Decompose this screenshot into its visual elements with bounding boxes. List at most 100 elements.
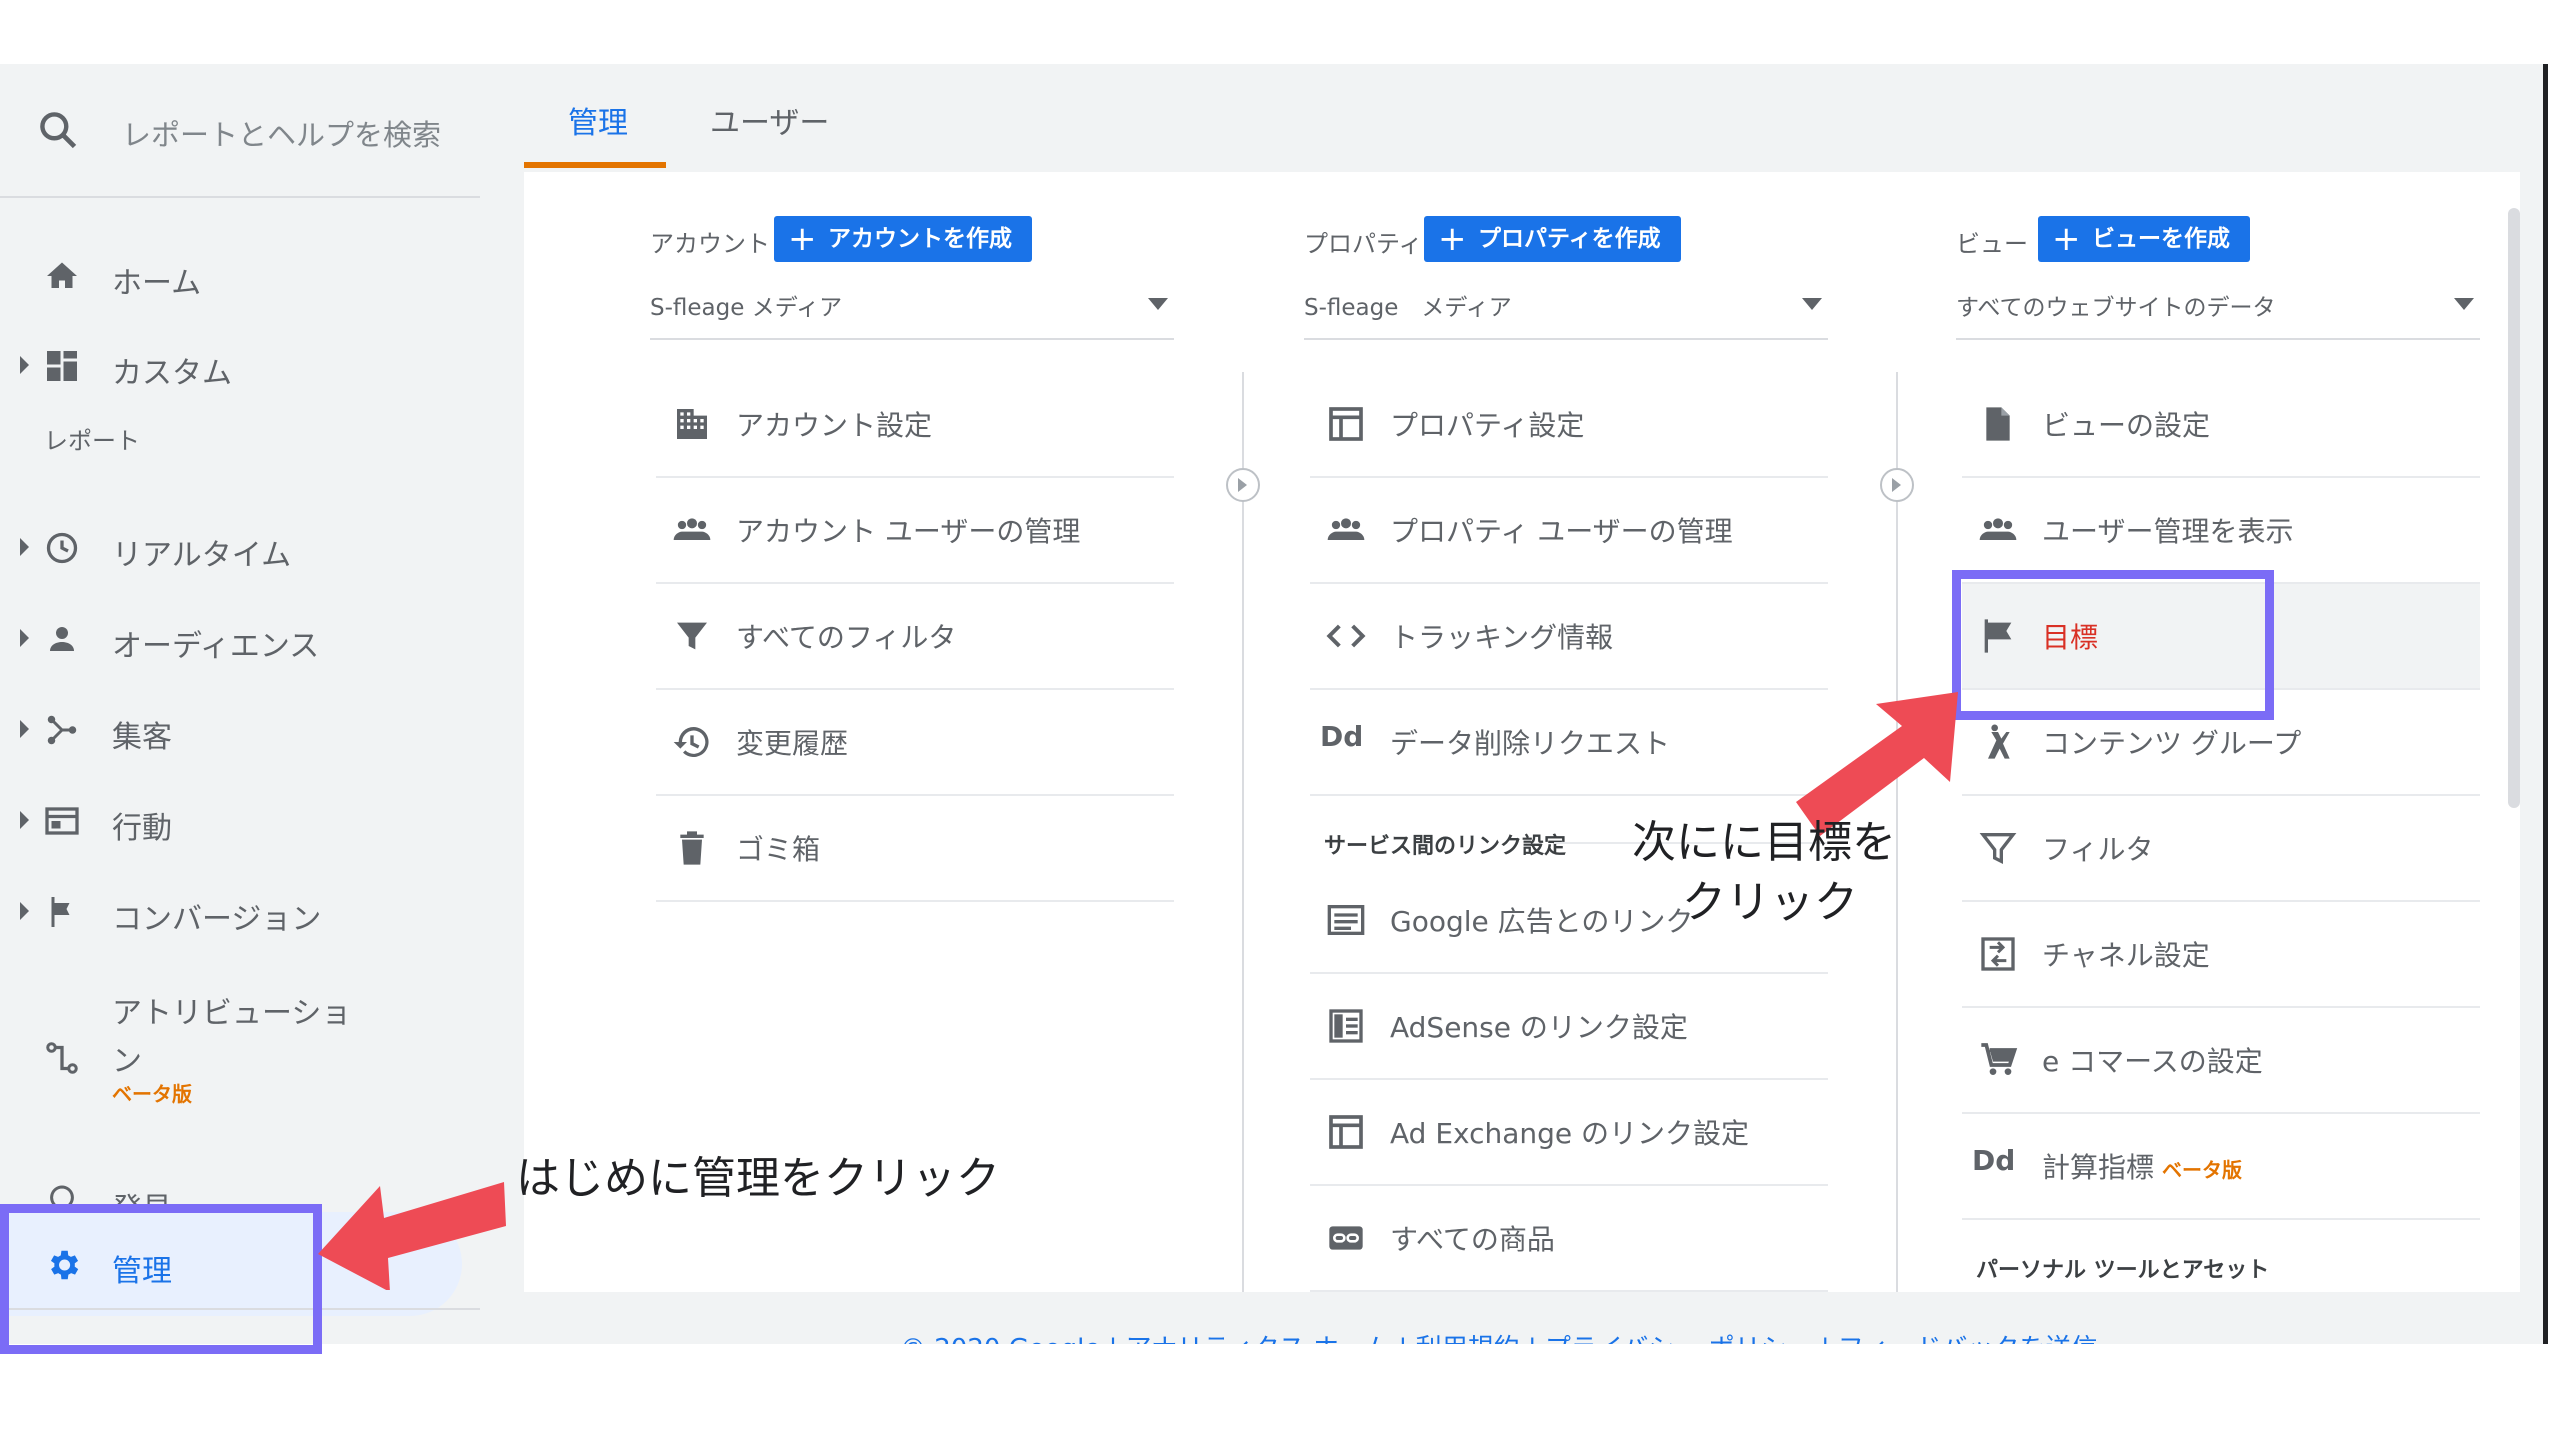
tab-admin[interactable]: 管理 xyxy=(524,64,666,168)
people-icon xyxy=(1327,518,1365,540)
menu-item-label: Google 広告とのリンク xyxy=(1390,905,1694,938)
menu-item-label: コンテンツ グループ xyxy=(2042,727,2302,760)
create-property-button[interactable]: + プロパティを作成 xyxy=(1424,216,1681,262)
account-selector[interactable]: S-fleage メディア xyxy=(650,282,1174,340)
menu-item-label: AdSense のリンク設定 xyxy=(1390,1011,1688,1044)
menu-item-tracking-info[interactable]: トラッキング情報 xyxy=(1310,584,1828,690)
menu-item-channel-settings[interactable]: チャネル設定 xyxy=(1962,902,2480,1008)
menu-item-label: ゴミ箱 xyxy=(736,833,821,866)
column-connector-icon xyxy=(1226,468,1260,502)
tab-label: ユーザー xyxy=(710,106,830,141)
sidebar-item-label: ホーム xyxy=(112,266,202,301)
plus-icon: + xyxy=(788,219,817,259)
sidebar-item-custom[interactable]: カスタム xyxy=(0,334,480,398)
ads-icon xyxy=(1327,905,1365,935)
sidebar-item-label: コンバージョン xyxy=(112,902,322,937)
plus-icon: + xyxy=(1438,219,1467,259)
menu-item-property-settings[interactable]: プロパティ設定 xyxy=(1310,372,1828,478)
menu-item-calculated-metrics[interactable]: Dd 計算指標 ベータ版 xyxy=(1962,1114,2480,1220)
goal-hint-text-line1: 次にに目標を xyxy=(1632,817,1896,868)
menu-item-trash[interactable]: ゴミ箱 xyxy=(656,796,1174,902)
subheading-label: パーソナル ツールとアセット xyxy=(1976,1258,2270,1283)
code-icon xyxy=(1326,624,1366,648)
menu-item-view-users[interactable]: ユーザー管理を表示 xyxy=(1962,478,2480,584)
filter-icon xyxy=(1979,833,2017,865)
calculated-metrics-label: 計算指標 xyxy=(2042,1151,2155,1184)
plus-icon: + xyxy=(2052,219,2081,259)
menu-item-view-settings[interactable]: ビューの設定 xyxy=(1962,372,2480,478)
selected-value: S-fleage メディア xyxy=(650,295,843,321)
people-icon xyxy=(1979,518,2017,540)
column-heading: アカウント xyxy=(650,230,770,258)
tab-user[interactable]: ユーザー xyxy=(710,64,860,168)
attribution-icon xyxy=(46,1042,78,1074)
menu-item-label: Ad Exchange のリンク設定 xyxy=(1390,1117,1750,1150)
view-selector[interactable]: すべてのウェブサイトのデータ xyxy=(1956,282,2480,340)
admin-highlight-box xyxy=(0,1204,322,1354)
admin-panel: アカウント + アカウントを作成 S-fleage メディア アカウント設定 ア… xyxy=(524,172,2520,1292)
sidebar: レポートとヘルプを検索 ホーム カスタム レポート リアルタイム オーディエンス… xyxy=(0,64,480,1344)
menu-item-label: すべての商品 xyxy=(1390,1223,1555,1256)
sidebar-item-label: リアルタイム xyxy=(112,538,292,573)
menu-item-all-products[interactable]: すべての商品 xyxy=(1310,1186,1828,1292)
menu-item-label: アカウント ユーザーの管理 xyxy=(736,515,1081,548)
sidebar-item-behavior[interactable]: 行動 xyxy=(0,789,480,853)
menu-item-data-deletion[interactable]: Dd データ削除リクエスト xyxy=(1310,690,1828,796)
sidebar-item-realtime[interactable]: リアルタイム xyxy=(0,516,480,580)
menu-item-label: データ削除リクエスト xyxy=(1390,727,1671,760)
dropdown-arrow-icon xyxy=(1802,298,1822,310)
sidebar-item-conversion[interactable]: コンバージョン xyxy=(0,880,480,944)
tab-label: 管理 xyxy=(568,106,628,141)
window-scrollbar[interactable] xyxy=(2543,64,2548,1344)
menu-item-change-history[interactable]: 変更履歴 xyxy=(656,690,1174,796)
history-icon xyxy=(673,727,709,757)
dd-icon: Dd xyxy=(1972,1144,2016,1177)
create-account-button[interactable]: + アカウントを作成 xyxy=(774,216,1032,262)
goal-hint-text-line2: クリック xyxy=(1682,877,1858,928)
menu-item-adexchange-link[interactable]: Ad Exchange のリンク設定 xyxy=(1310,1080,1828,1186)
beta-badge: ベータ版 xyxy=(112,1082,192,1106)
account-menu: アカウント設定 アカウント ユーザーの管理 すべてのフィルタ 変更履歴 ゴミ箱 xyxy=(650,372,1180,902)
search-icon xyxy=(40,112,77,149)
menu-item-label: 変更履歴 xyxy=(736,727,849,760)
menu-item-label: トラッキング情報 xyxy=(1390,621,1614,654)
acquisition-icon xyxy=(47,715,77,745)
expand-caret-icon xyxy=(20,356,29,374)
flag-icon xyxy=(51,897,70,927)
search-placeholder: レポートとヘルプを検索 xyxy=(122,118,442,152)
menu-item-account-users[interactable]: アカウント ユーザーの管理 xyxy=(656,478,1174,584)
menu-item-label: 計算指標 ベータ版 xyxy=(2042,1146,2242,1186)
view-header: ビュー + ビューを作成 xyxy=(1956,216,2486,264)
sidebar-item-home[interactable]: ホーム xyxy=(0,244,480,308)
sidebar-item-acquisition[interactable]: 集客 xyxy=(0,698,480,762)
menu-item-all-filters[interactable]: すべてのフィルタ xyxy=(656,584,1174,690)
menu-item-ecommerce-settings[interactable]: e コマースの設定 xyxy=(1962,1008,2480,1114)
menu-item-label: e コマースの設定 xyxy=(2042,1045,2263,1078)
channel-icon xyxy=(1981,937,2015,971)
panel-scrollbar[interactable] xyxy=(2508,208,2520,808)
button-label: プロパティを作成 xyxy=(1478,226,1661,252)
document-icon xyxy=(1986,407,2010,441)
menu-item-label: ビューの設定 xyxy=(2042,409,2211,442)
menu-item-filters[interactable]: フィルタ xyxy=(1962,796,2480,902)
menu-item-property-users[interactable]: プロパティ ユーザーの管理 xyxy=(1310,478,1828,584)
button-label: アカウントを作成 xyxy=(828,226,1012,252)
menu-item-adsense-link[interactable]: AdSense のリンク設定 xyxy=(1310,974,1828,1080)
menu-item-account-settings[interactable]: アカウント設定 xyxy=(656,372,1174,478)
selected-value: S-fleage メディア xyxy=(1304,295,1512,321)
filter-icon xyxy=(677,622,707,650)
account-header: アカウント + アカウントを作成 xyxy=(650,216,1180,264)
property-selector[interactable]: S-fleage メディア xyxy=(1304,282,1828,340)
menu-item-label: プロパティ設定 xyxy=(1390,409,1585,442)
create-view-button[interactable]: + ビューを作成 xyxy=(2038,216,2250,262)
active-tab-indicator xyxy=(524,162,666,168)
property-header: プロパティ + プロパティを作成 xyxy=(1304,216,1834,264)
trash-icon xyxy=(680,831,704,865)
sidebar-item-audience[interactable]: オーディエンス xyxy=(0,607,480,671)
link-icon xyxy=(1329,1226,1363,1250)
search-bar[interactable]: レポートとヘルプを検索 xyxy=(0,64,480,198)
menu-item-label: プロパティ ユーザーの管理 xyxy=(1390,515,1733,548)
property-icon xyxy=(1329,407,1363,441)
column-connector-icon xyxy=(1880,468,1914,502)
footer-links[interactable]: © 2020 Google | アナリティクス ホーム | 利用規約 | プライ… xyxy=(900,1328,2097,1344)
